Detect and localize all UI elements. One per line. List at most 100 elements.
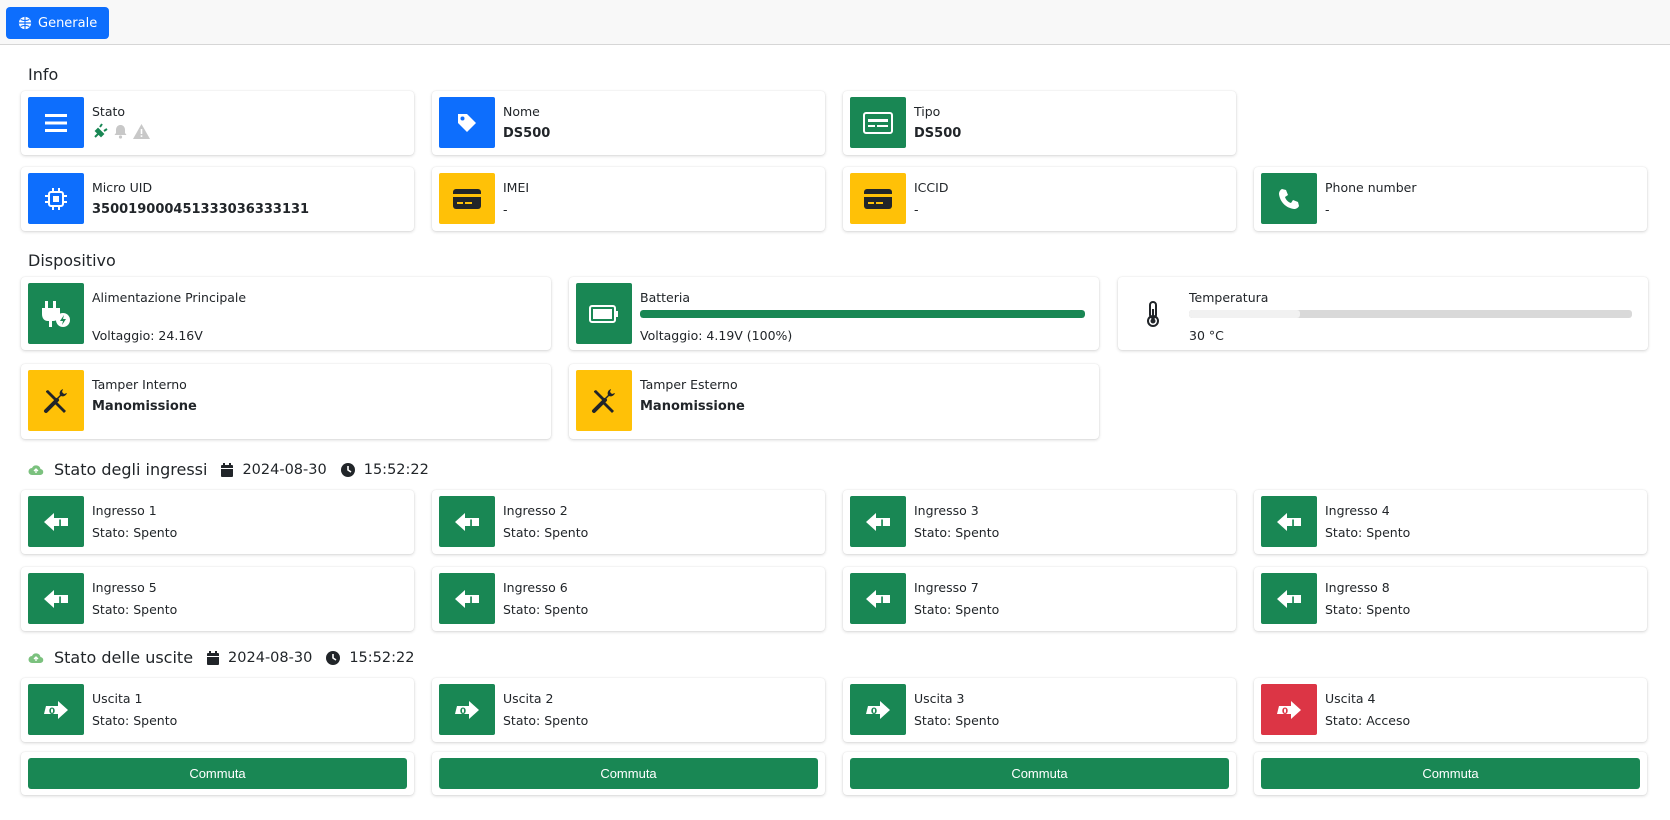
stato-label: Stato <box>92 104 126 119</box>
micro-uid-value: 35001900045133303633313​1 <box>92 202 310 217</box>
input-arrow-icon: I <box>1261 496 1317 547</box>
input-arrow-icon: I <box>850 573 906 624</box>
output-card: 0 Uscita 2 Stato: Spento <box>432 678 825 742</box>
input-card: I Ingresso 8 Stato: Spento <box>1254 567 1647 631</box>
card-tamper-interno: Tamper Interno Manomissione <box>21 364 551 439</box>
warning-icon <box>133 124 150 139</box>
alimentazione-label: Alimentazione Principale <box>92 290 247 305</box>
imei-value: - <box>503 202 508 217</box>
tools-icon <box>28 370 84 431</box>
globe-icon <box>18 16 32 30</box>
input-label: Ingresso 1 <box>92 503 157 518</box>
section-title-uscite: Stato delle uscite 2024-08-30 15:52:22 <box>28 648 414 667</box>
output-card: 0 Uscita 3 Stato: Spento <box>843 678 1236 742</box>
plug-bolt-icon <box>94 123 108 138</box>
iccid-label: ICCID <box>914 180 949 195</box>
commuta-button[interactable]: Commuta <box>439 758 818 789</box>
svg-text:I: I <box>880 519 883 529</box>
card-alimentazione: Alimentazione Principale Voltaggio: 24.1… <box>21 277 551 350</box>
sim-card-icon <box>439 173 495 224</box>
phone-label: Phone number <box>1325 180 1417 195</box>
nome-label: Nome <box>503 104 540 119</box>
battery-progress-fill <box>640 310 1085 318</box>
iccid-value: - <box>914 202 919 217</box>
section-title-dispositivo: Dispositivo <box>28 251 116 270</box>
ingressi-title: Stato degli ingressi <box>54 460 208 479</box>
input-card: I Ingresso 3 Stato: Spento <box>843 490 1236 554</box>
output-status: Stato: Acceso <box>1325 713 1411 728</box>
input-arrow-icon: I <box>439 573 495 624</box>
card-iccid: ICCID - <box>843 167 1236 231</box>
svg-text:I: I <box>58 596 61 606</box>
stato-icons <box>92 123 151 140</box>
output-arrow-icon: 0 <box>28 684 84 735</box>
battery-progress <box>640 310 1085 318</box>
output-arrow-icon: 0 <box>439 684 495 735</box>
commuta-button[interactable]: Commuta <box>850 758 1229 789</box>
input-label: Ingresso 8 <box>1325 580 1390 595</box>
temperatura-label: Temperatura <box>1189 290 1269 305</box>
imei-label: IMEI <box>503 180 530 195</box>
toggle-card: Commuta <box>432 752 825 795</box>
card-batteria: Batteria Voltaggio: 4.19V (100%) <box>569 277 1099 350</box>
temperature-progress <box>1189 310 1632 318</box>
toggle-card: Commuta <box>1254 752 1647 795</box>
output-status: Stato: Spento <box>914 713 1000 728</box>
cloud-upload-icon <box>28 652 44 663</box>
input-label: Ingresso 7 <box>914 580 979 595</box>
tag-icon <box>439 97 495 148</box>
nome-value: DS500 <box>503 126 551 141</box>
input-status: Stato: Spento <box>1325 525 1411 540</box>
input-card: I Ingresso 6 Stato: Spento <box>432 567 825 631</box>
output-status: Stato: Spento <box>92 713 178 728</box>
input-status: Stato: Spento <box>1325 602 1411 617</box>
clock-icon <box>340 462 355 477</box>
svg-text:I: I <box>880 596 883 606</box>
commuta-button[interactable]: Commuta <box>28 758 407 789</box>
card-tipo: Tipo DS500 <box>843 91 1236 155</box>
input-arrow-icon: I <box>850 496 906 547</box>
clock-icon <box>326 650 341 665</box>
input-label: Ingresso 4 <box>1325 503 1390 518</box>
svg-text:I: I <box>1291 596 1294 606</box>
tab-label: Generale <box>38 15 98 31</box>
card-imei: IMEI - <box>432 167 825 231</box>
svg-text:0: 0 <box>49 707 55 717</box>
tab-generale[interactable]: Generale <box>6 7 110 39</box>
svg-text:I: I <box>469 519 472 529</box>
input-label: Ingresso 6 <box>503 580 568 595</box>
temperature-progress-fill <box>1189 310 1300 318</box>
svg-text:I: I <box>1291 519 1294 529</box>
card-nome: Nome DS500 <box>432 91 825 155</box>
svg-text:0: 0 <box>871 707 877 717</box>
bell-icon <box>114 125 127 139</box>
temperatura-value: 30 °C <box>1189 328 1224 343</box>
input-status: Stato: Spento <box>503 602 589 617</box>
input-status: Stato: Spento <box>92 602 178 617</box>
toggle-card: Commuta <box>843 752 1236 795</box>
output-label: Uscita 2 <box>503 691 554 706</box>
input-status: Stato: Spento <box>92 525 178 540</box>
section-title-ingressi: Stato degli ingressi 2024-08-30 15:52:22 <box>28 460 429 479</box>
card-temperatura: Temperatura 30 °C <box>1118 277 1648 350</box>
tipo-label: Tipo <box>914 104 941 119</box>
id-card-icon <box>850 97 906 148</box>
tamper-esterno-value: Manomissione <box>640 399 745 414</box>
input-card: I Ingresso 4 Stato: Spento <box>1254 490 1647 554</box>
thermometer-icon <box>1125 283 1181 344</box>
input-card: I Ingresso 5 Stato: Spento <box>21 567 414 631</box>
batteria-label: Batteria <box>640 290 690 305</box>
sim-card-icon <box>850 173 906 224</box>
section-title-info: Info <box>28 65 59 84</box>
calendar-icon <box>221 462 234 477</box>
uscite-date: 2024-08-30 <box>228 649 313 666</box>
commuta-button[interactable]: Commuta <box>1261 758 1640 789</box>
toggle-card: Commuta <box>21 752 414 795</box>
input-label: Ingresso 5 <box>92 580 157 595</box>
input-card: I Ingresso 7 Stato: Spento <box>843 567 1236 631</box>
input-label: Ingresso 3 <box>914 503 979 518</box>
ingressi-time: 15:52:22 <box>363 461 429 478</box>
input-card: I Ingresso 1 Stato: Spento <box>21 490 414 554</box>
card-phone: Phone number - <box>1254 167 1647 231</box>
uscite-time: 15:52:22 <box>349 649 415 666</box>
